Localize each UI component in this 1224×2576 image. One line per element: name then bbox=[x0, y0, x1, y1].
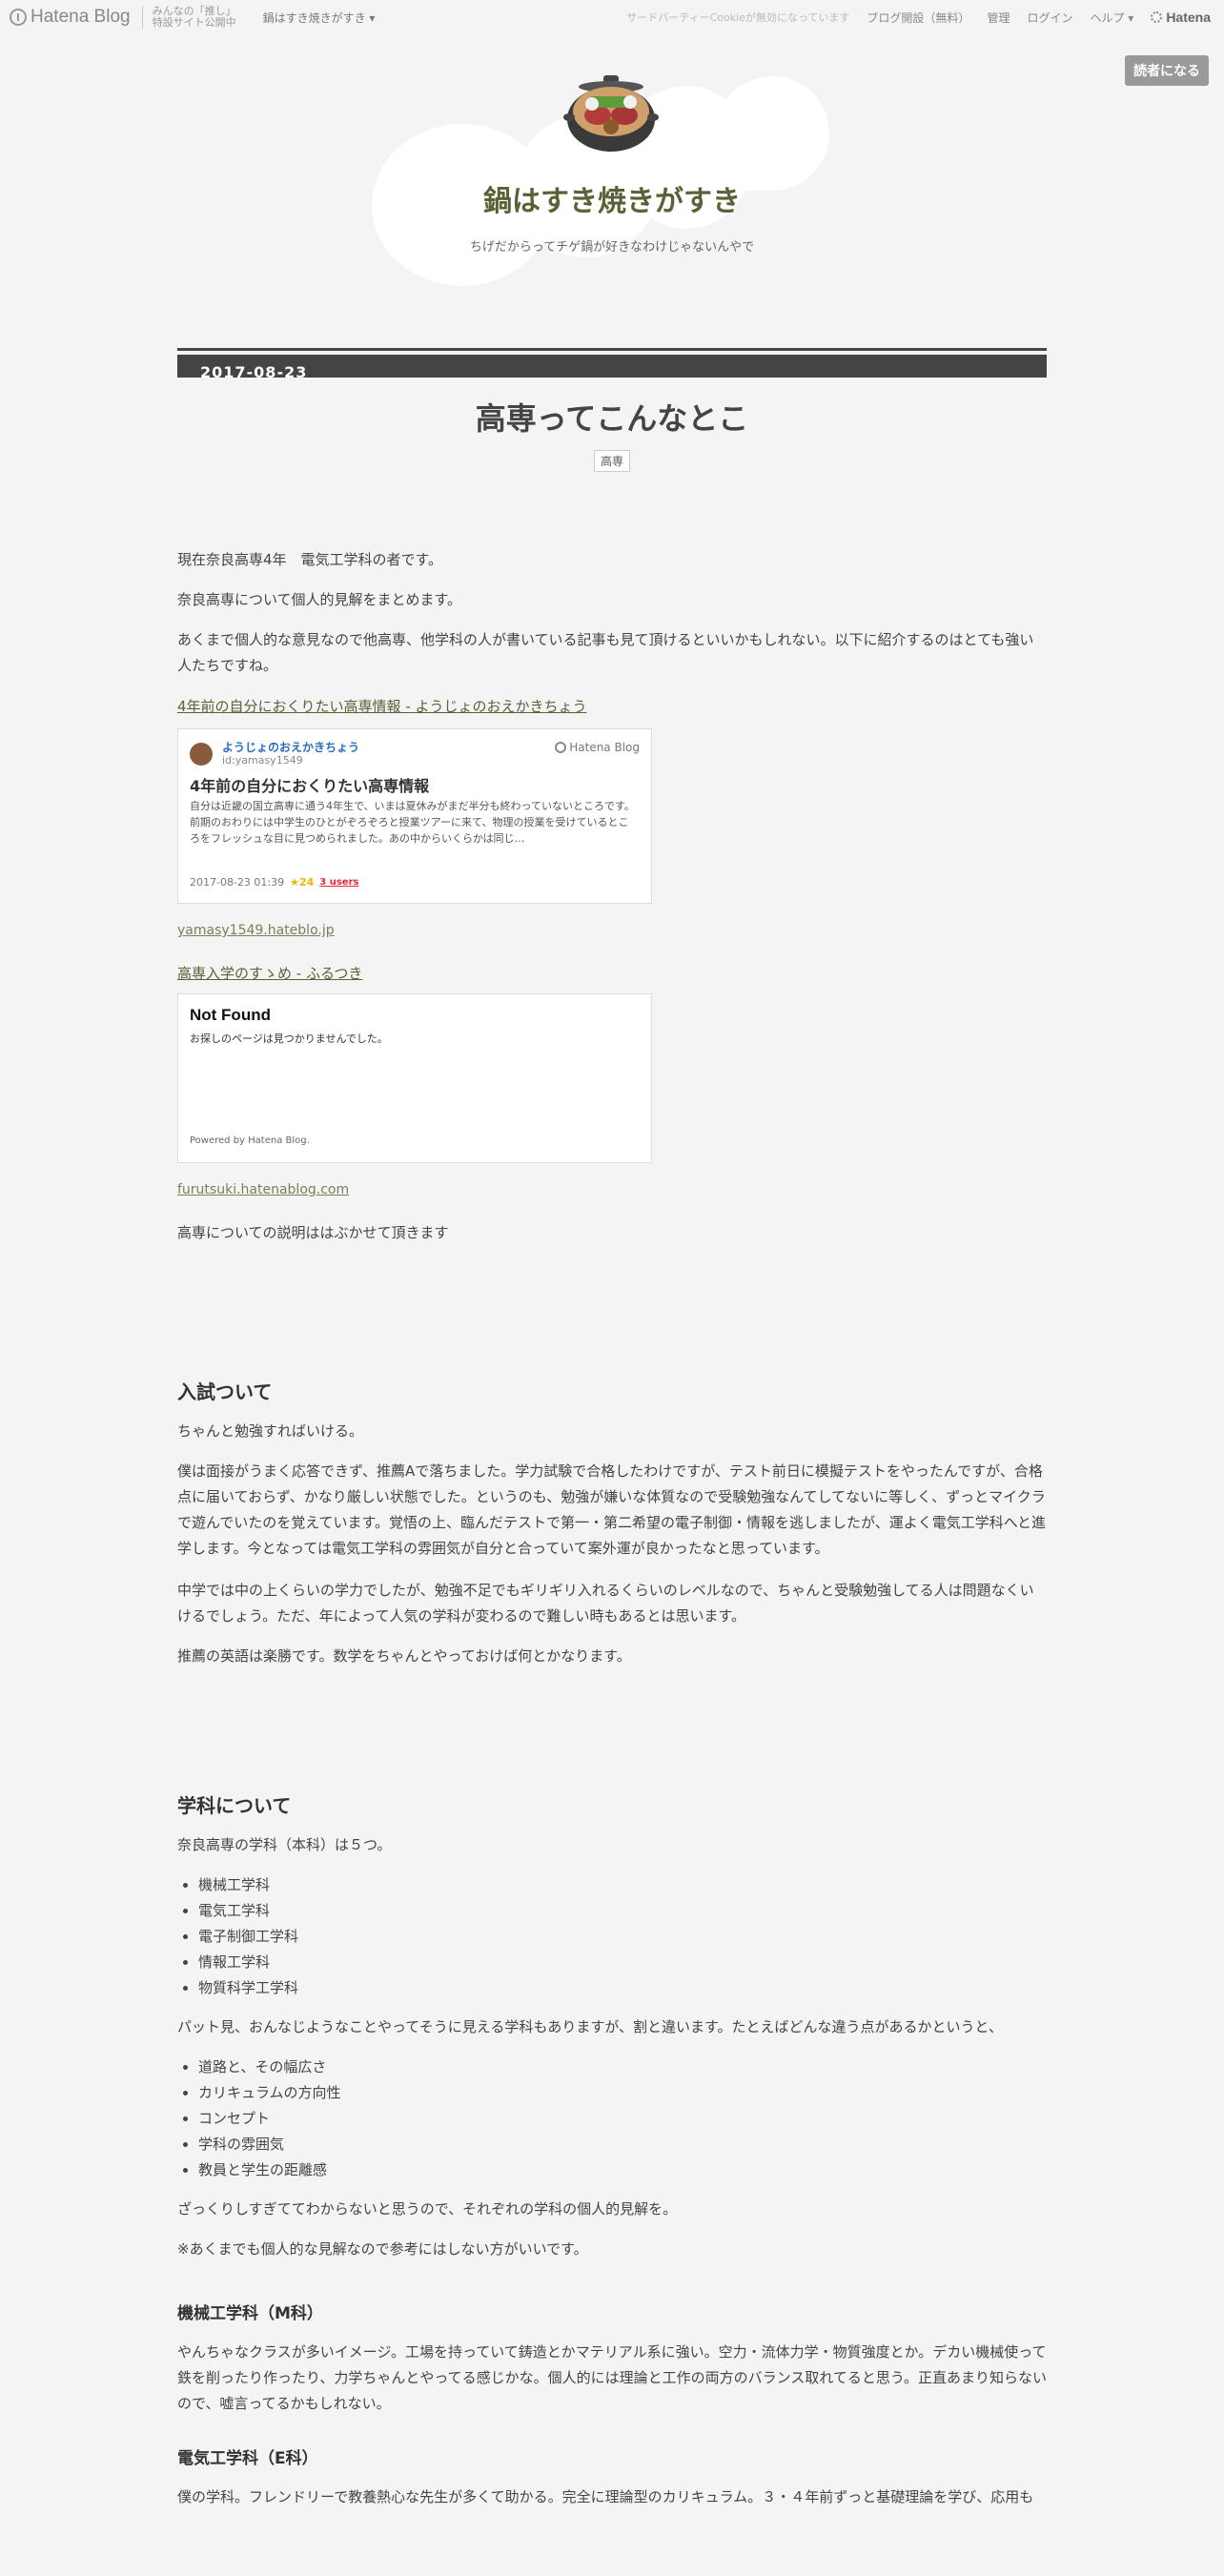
hatena-brand[interactable]: Hatena bbox=[1151, 10, 1211, 25]
not-found-message: お探しのページは見つかりませんでした。 bbox=[190, 1032, 388, 1045]
blog-description: ちげだからってチゲ鍋が好きなわけじゃないんやで bbox=[469, 240, 755, 255]
entry: 2017-08-23 高専ってこんなとこ 高専 現在奈良高専4年 電気工学科の者… bbox=[177, 348, 1047, 2576]
hatena-icon bbox=[1151, 11, 1163, 23]
domain-link-yamasy[interactable]: yamasy1549.hateblo.jp bbox=[177, 923, 335, 938]
list-item: 物質科学工学科 bbox=[198, 1975, 298, 2001]
entry-date-bar: 2017-08-23 bbox=[177, 348, 1047, 378]
entry-title[interactable]: 高専ってこんなとこ bbox=[177, 395, 1047, 442]
hatena-blog-logo[interactable]: Hatena Blog bbox=[10, 7, 131, 28]
hatena-brand-text: Hatena bbox=[1166, 10, 1211, 25]
entry-categories: 高専 bbox=[177, 450, 1047, 479]
list-item: 電気工学科 bbox=[198, 1898, 298, 1924]
help-menu[interactable]: ヘルプ ▾ bbox=[1090, 10, 1133, 26]
article-link-furutsuki[interactable]: 高専入学のすゝめ - ふるつき bbox=[177, 963, 362, 983]
admin-link[interactable]: 管理 bbox=[987, 10, 1010, 26]
sukiyaki-pot-icon bbox=[563, 75, 659, 152]
logo-text: Hatena Blog bbox=[31, 7, 131, 27]
powered-by[interactable]: Powered by Hatena Blog. bbox=[190, 1135, 310, 1146]
card-excerpt: 自分は近畿の国立高専に通う4年生で、いまは夏休みがまだ半分も終わっていないところ… bbox=[190, 800, 635, 845]
create-blog-link[interactable]: ブログ開設（無料） bbox=[867, 10, 969, 26]
card-user-id[interactable]: id:yamasy1549 bbox=[222, 754, 303, 767]
subscribe-button[interactable]: 読者になる bbox=[1125, 55, 1209, 86]
author-avatar bbox=[190, 743, 213, 766]
blog-menu[interactable]: 鍋はすき焼きがすき ▾ bbox=[263, 10, 376, 26]
entry-date[interactable]: 2017-08-23 bbox=[177, 355, 1047, 378]
paragraph: 中学では中の上くらいの学力でしたが、勉強不足でもギリギリ入れるくらいのレベルなの… bbox=[177, 1582, 1034, 1625]
paragraph: やんちゃなクラスが多いイメージ。工場を持っていて鋳造とかマテリアル系に強い。空力… bbox=[177, 2343, 1048, 2412]
cookie-notice[interactable]: サードパーティーCookieが無効になっています bbox=[626, 10, 849, 25]
list-item: 学科の雰囲気 bbox=[198, 2132, 341, 2157]
card-blog-name[interactable]: ようじょのおえかきちょう bbox=[222, 739, 359, 755]
bookmark-users[interactable]: 3 users bbox=[319, 877, 358, 888]
section-heading-departments: 学科について bbox=[177, 1794, 292, 1817]
login-link[interactable]: ログイン bbox=[1027, 10, 1072, 26]
star-count[interactable]: ★24 bbox=[290, 876, 314, 889]
not-found-embed[interactable]: Not Found お探しのページは見つかりませんでした。 Powered by… bbox=[177, 993, 652, 1163]
department-list: 機械工学科 電気工学科 電子制御工学科 情報工学科 物質科学工学科 bbox=[177, 1872, 298, 2001]
promo-link[interactable]: みんなの「推し」 特設サイト公開中 bbox=[141, 6, 236, 29]
list-item: コンセプト bbox=[198, 2106, 341, 2132]
not-found-title: Not Found bbox=[190, 1006, 271, 1024]
category-badge[interactable]: 高専 bbox=[593, 450, 630, 472]
entry-content: 現在奈良高専4年 電気工学科の者です。 奈良高専について個人的見解をまとめます。… bbox=[177, 479, 1047, 2576]
list-item: 道路と、その幅広さ bbox=[198, 2055, 341, 2080]
domain-link-furutsuki[interactable]: furutsuki.hatenablog.com bbox=[177, 1182, 349, 1197]
list-item: 機械工学科 bbox=[198, 1872, 298, 1898]
paragraph: ざっくりしすぎててわからないと思うので、それぞれの学科の個人的見解を。 bbox=[177, 2200, 678, 2218]
paragraph: 僕は面接がうまく応答できず、推薦Aで落ちました。学力試験で合格したわけですが、テ… bbox=[177, 1462, 1046, 1557]
section-heading-exam: 入試ついて bbox=[177, 1380, 273, 1403]
global-header-right: サードパーティーCookieが無効になっています ブログ開設（無料） 管理 ログ… bbox=[626, 0, 1211, 34]
list-item: 教員と学生の距離感 bbox=[198, 2157, 341, 2183]
paragraph: ちゃんと勉強すればいける。 bbox=[177, 1422, 364, 1440]
card-title[interactable]: 4年前の自分におくりたい高専情報 bbox=[190, 773, 429, 796]
card-timestamp: 2017-08-23 01:39 bbox=[190, 876, 285, 889]
paragraph: ※あくまでも個人的な見解なので参考にはしない方がいいです。 bbox=[177, 2240, 588, 2258]
blog-card-embed[interactable]: ようじょのおえかきちょう id:yamasy1549 Hatena Blog 4… bbox=[177, 728, 652, 904]
blog-title[interactable]: 鍋はすき焼きがすき bbox=[0, 177, 1224, 219]
global-header: Hatena Blog みんなの「推し」 特設サイト公開中 鍋はすき焼きがすき … bbox=[0, 0, 1224, 34]
hatena-blog-icon bbox=[555, 742, 567, 753]
intro-paragraph: 現在奈良高専4年 電気工学科の者です。 bbox=[177, 551, 443, 568]
paragraph: 高専についての説明ははぶかせて頂きます bbox=[177, 1224, 449, 1241]
card-brand-text: Hatena Blog bbox=[569, 741, 640, 754]
intro-paragraph: 奈良高専について個人的見解をまとめます。 bbox=[177, 591, 462, 608]
promo-line-2: 特設サイト公開中 bbox=[152, 16, 236, 29]
subsection-heading-mechanical: 機械工学科（M科） bbox=[177, 2304, 323, 2323]
hatena-blog-logo-icon bbox=[10, 9, 27, 26]
intro-paragraph: あくまで個人的な意見なので他高専、他学科の人が書いている記事も見て頂けるといいか… bbox=[177, 631, 1034, 674]
list-item: カリキュラムの方向性 bbox=[198, 2080, 341, 2106]
paragraph: 推薦の英語は楽勝です。数学をちゃんとやっておけば何とかなります。 bbox=[177, 1647, 631, 1665]
paragraph: 僕の学科。フレンドリーで教養熱心な先生が多くて助かる。完全に理論型のカリキュラム… bbox=[177, 2488, 1034, 2505]
paragraph: パット見、おんなじようなことやってそうに見える学科もありますが、割と違います。た… bbox=[177, 2018, 1003, 2035]
article-link-yamasy[interactable]: 4年前の自分におくりたい高専情報 - ようじょのおえかきちょう bbox=[177, 696, 587, 716]
card-footer: 2017-08-23 01:39 ★24 3 users bbox=[190, 876, 358, 889]
card-hatena-brand[interactable]: Hatena Blog bbox=[555, 741, 640, 754]
paragraph: 奈良高専の学科（本科）は５つ。 bbox=[177, 1836, 392, 1853]
difference-list: 道路と、その幅広さ カリキュラムの方向性 コンセプト 学科の雰囲気 教員と学生の… bbox=[177, 2055, 341, 2183]
list-item: 情報工学科 bbox=[198, 1950, 298, 1975]
list-item: 電子制御工学科 bbox=[198, 1924, 298, 1950]
